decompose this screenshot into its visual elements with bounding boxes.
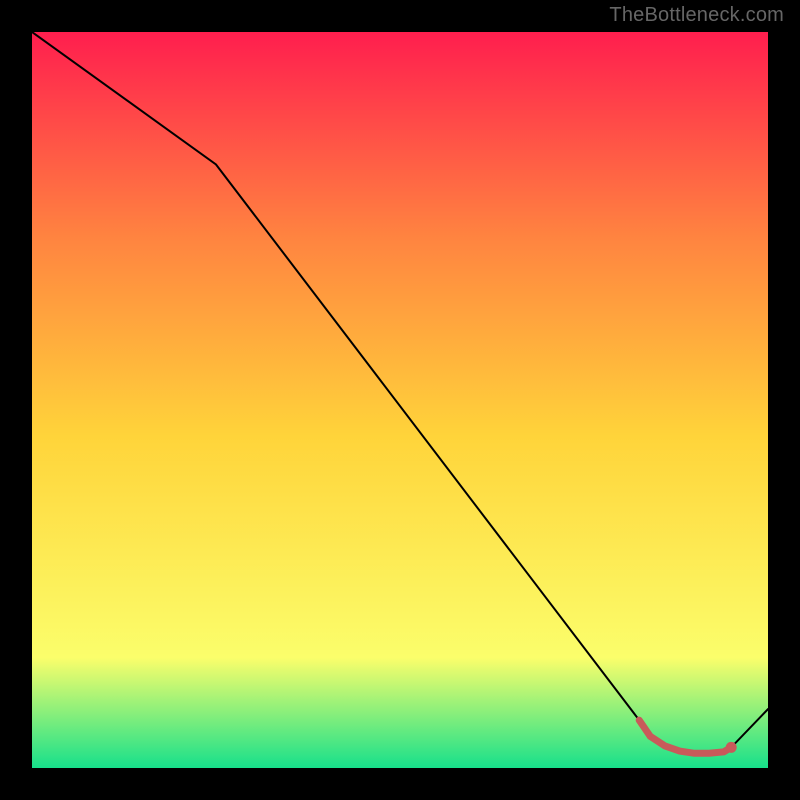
chart-svg [32, 32, 768, 768]
gradient-background [32, 32, 768, 768]
plot-area [32, 32, 768, 768]
watermark-text: TheBottleneck.com [609, 4, 784, 27]
highlight-end-marker [726, 742, 737, 753]
chart-frame: TheBottleneck.com [0, 0, 800, 800]
